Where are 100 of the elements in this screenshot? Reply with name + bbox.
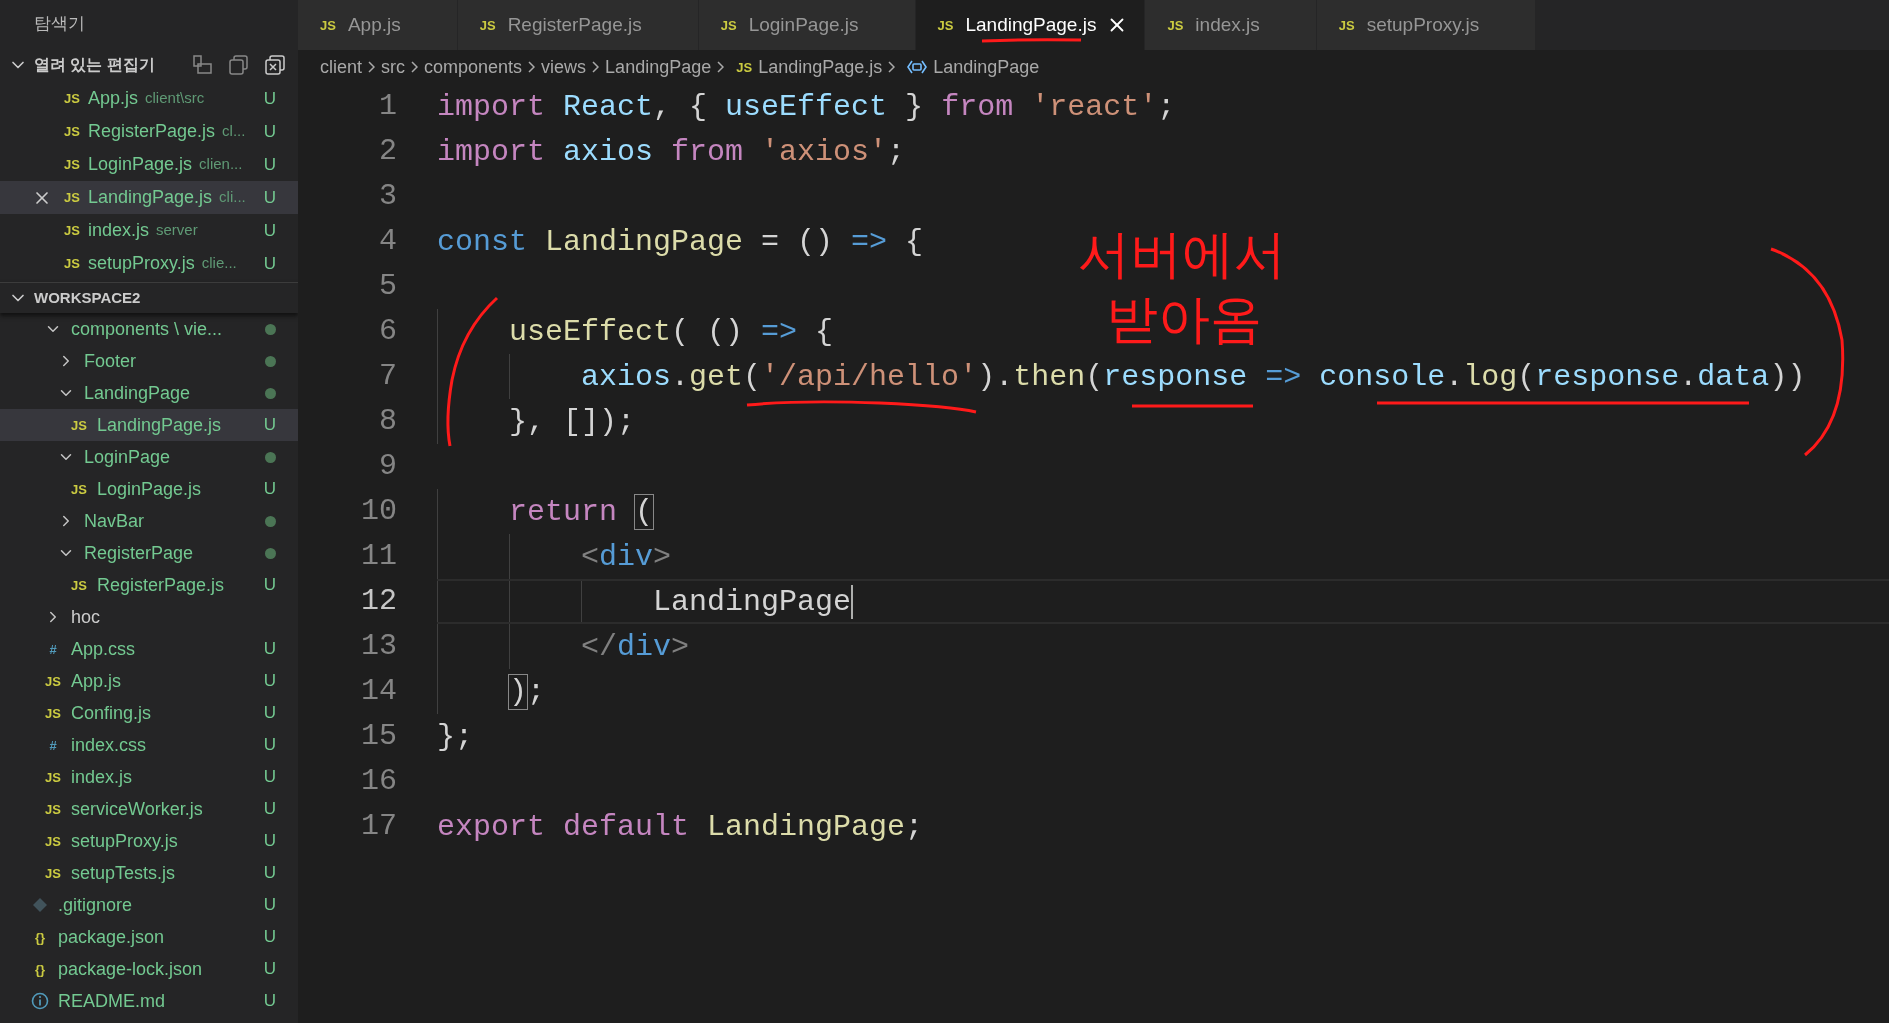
- file-type-icon: #: [49, 738, 57, 752]
- file-item[interactable]: {} package.json U: [0, 921, 298, 953]
- status-label: U: [263, 219, 276, 242]
- code-line: import axios from 'axios';: [437, 136, 906, 167]
- editor-tab[interactable]: JS RegisterPage.js: [457, 0, 699, 50]
- chevron-right-icon: [411, 61, 419, 73]
- item-label: components \ vie...: [71, 317, 224, 341]
- status-label: U: [263, 798, 276, 821]
- item-label: App.css: [71, 637, 137, 661]
- file-type-icon: JS: [45, 834, 61, 848]
- open-editor-item[interactable]: JS index.js server U: [0, 214, 298, 247]
- status-label: U: [263, 958, 276, 981]
- line-number: 3: [378, 178, 397, 215]
- code-line: import React, { useEffect } from 'react';: [437, 91, 1176, 122]
- line-number: 7: [378, 358, 397, 395]
- status-label: U: [263, 252, 276, 275]
- item-label: setupTests.js: [71, 861, 177, 885]
- file-type-icon: JS: [71, 482, 87, 496]
- file-item[interactable]: README.md U: [0, 985, 298, 1017]
- file-item[interactable]: JS Confing.js U: [0, 697, 298, 729]
- save-all-icon[interactable]: [228, 54, 250, 76]
- file-type-icon: JS: [320, 18, 336, 32]
- file-type-icon: JS: [45, 706, 61, 720]
- file-item[interactable]: {} package-lock.json U: [0, 953, 298, 985]
- breadcrumb-item[interactable]: src: [381, 53, 406, 81]
- file-item[interactable]: .gitignore U: [0, 889, 298, 921]
- code-line: };: [437, 721, 473, 752]
- file-type-icon: {}: [34, 962, 46, 976]
- tab-label: LoginPage.js: [748, 12, 859, 37]
- file-item[interactable]: JS index.js U: [0, 761, 298, 793]
- item-label: LandingPage.js: [88, 186, 213, 209]
- folder-item[interactable]: components \ vie...: [0, 313, 298, 345]
- info-icon: [31, 992, 49, 1010]
- file-item[interactable]: JS LandingPage.js U: [0, 409, 298, 441]
- item-label: RegisterPage: [84, 541, 195, 565]
- breadcrumb-item[interactable]: LandingPage: [605, 53, 712, 81]
- file-item[interactable]: # index.css U: [0, 729, 298, 761]
- status-label: U: [263, 574, 276, 597]
- open-editor-item[interactable]: JS LandingPage.js cli... U: [0, 181, 298, 214]
- section-title: WORKSPACE2: [34, 287, 141, 308]
- tab-label: index.js: [1195, 12, 1260, 37]
- breadcrumb-item[interactable]: client: [320, 53, 363, 81]
- split-layout-icon[interactable]: [192, 54, 214, 76]
- editor-tab[interactable]: JS setupProxy.js: [1316, 0, 1537, 50]
- close-all-icon[interactable]: [264, 54, 286, 76]
- open-editor-item[interactable]: JS RegisterPage.js cl... U: [0, 115, 298, 148]
- breadcrumb-item[interactable]: LandingPage: [933, 53, 1040, 81]
- open-editor-item[interactable]: JS LoginPage.js clien... U: [0, 148, 298, 181]
- item-label: setupProxy.js: [88, 252, 195, 275]
- section-header[interactable]: 열려 있는 편집기: [0, 48, 298, 82]
- editor-tab[interactable]: JS index.js: [1145, 0, 1317, 50]
- file-type-icon: JS: [64, 92, 80, 105]
- status-label: U: [263, 153, 276, 176]
- breadcrumb-item[interactable]: components: [424, 53, 523, 81]
- file-item[interactable]: JS RegisterPage.js U: [0, 569, 298, 601]
- file-item[interactable]: JS serviceWorker.js U: [0, 793, 298, 825]
- folder-item[interactable]: hoc: [0, 601, 298, 633]
- item-label: hoc: [71, 605, 102, 629]
- file-item[interactable]: JS LoginPage.js U: [0, 473, 298, 505]
- file-item[interactable]: JS setupProxy.js U: [0, 825, 298, 857]
- breadcrumb-item[interactable]: LandingPage.js: [758, 53, 883, 81]
- chevron-right-icon: [717, 61, 725, 73]
- tab-label: setupProxy.js: [1366, 12, 1480, 37]
- item-label: LoginPage.js: [97, 477, 203, 501]
- item-label: index.js: [88, 219, 150, 242]
- file-item[interactable]: # App.css U: [0, 633, 298, 665]
- code-line: );: [508, 676, 546, 707]
- handwritten-note: 서버에서 받아옴: [1078, 224, 1286, 350]
- chevron-right-icon: [592, 61, 600, 73]
- editor-tab[interactable]: JS App.js: [298, 0, 458, 50]
- section-header[interactable]: WORKSPACE2: [0, 282, 298, 313]
- status-label: U: [263, 186, 276, 209]
- file-item[interactable]: JS setupTests.js U: [0, 857, 298, 889]
- chevron-right-icon: [888, 61, 896, 73]
- folder-item[interactable]: Footer: [0, 345, 298, 377]
- line-number: 5: [378, 268, 397, 305]
- text-cursor: [851, 584, 854, 619]
- folder-item[interactable]: LoginPage: [0, 441, 298, 473]
- folder-item[interactable]: LandingPage: [0, 377, 298, 409]
- open-editor-item[interactable]: JS setupProxy.js clie... U: [0, 247, 298, 280]
- diamond-icon: [32, 897, 48, 913]
- breadcrumb-item[interactable]: views: [541, 53, 587, 81]
- open-editor-item[interactable]: JS App.js client\src U: [0, 82, 298, 115]
- item-label: package-lock.json: [58, 957, 204, 981]
- file-type-icon: JS: [64, 224, 80, 237]
- code-line: export default LandingPage;: [437, 811, 924, 842]
- status-label: U: [263, 414, 276, 437]
- folder-item[interactable]: RegisterPage: [0, 537, 298, 569]
- file-item[interactable]: JS App.js U: [0, 665, 298, 697]
- status-label: U: [263, 894, 276, 917]
- item-label: Footer: [84, 349, 138, 373]
- editor-tab[interactable]: JS LandingPage.js: [915, 0, 1146, 50]
- file-type-icon: JS: [45, 674, 61, 688]
- line-number: 17: [360, 808, 397, 845]
- code-line: const LandingPage = () => {: [437, 226, 924, 257]
- editor-tab[interactable]: JS LoginPage.js: [698, 0, 916, 50]
- folder-item[interactable]: NavBar: [0, 505, 298, 537]
- file-type-icon: JS: [479, 18, 496, 32]
- item-description: client\src: [145, 88, 206, 109]
- item-label: LoginPage.js: [88, 153, 193, 176]
